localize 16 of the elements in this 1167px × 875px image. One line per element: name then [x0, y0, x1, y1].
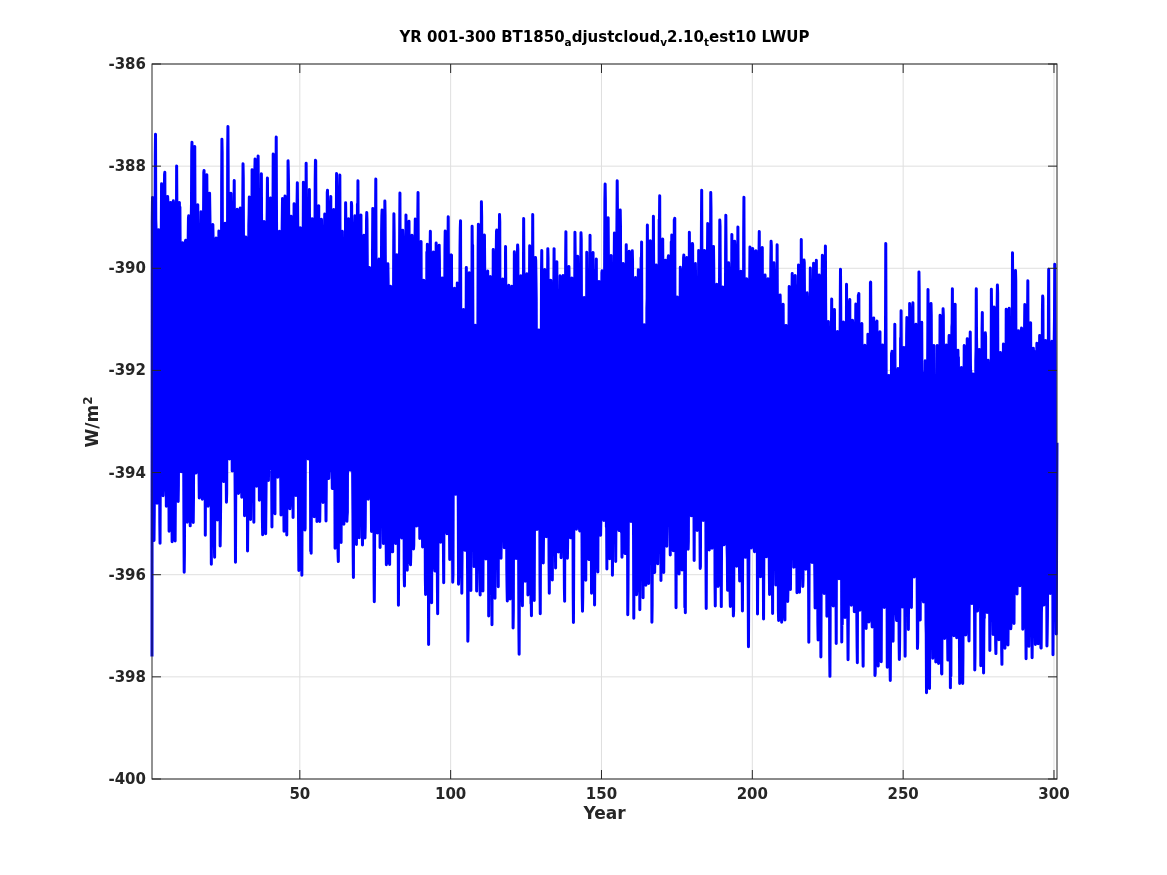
tick-label: 300: [1038, 787, 1070, 802]
tick-label: 250: [887, 787, 919, 802]
tick-label: -388: [108, 158, 146, 174]
tick-label: 50: [289, 787, 311, 802]
axis-label: Year: [583, 805, 626, 822]
tick-label: 150: [585, 787, 618, 802]
tick-label: -392: [108, 362, 146, 378]
tick-label: -386: [108, 56, 146, 72]
tick-label: -400: [108, 771, 146, 787]
chart-title: YR 001-300 BT1850$_{a}$djustcloud$_{v}$2.10$_{t}$est10 LWUP: [399, 30, 810, 48]
tick-label: -390: [108, 260, 146, 276]
tick-label: 100: [435, 787, 467, 802]
tick-label: 200: [736, 787, 768, 802]
tick-label: -398: [108, 669, 146, 685]
tick-label: -394: [108, 465, 146, 481]
tick-label: -396: [108, 567, 146, 583]
